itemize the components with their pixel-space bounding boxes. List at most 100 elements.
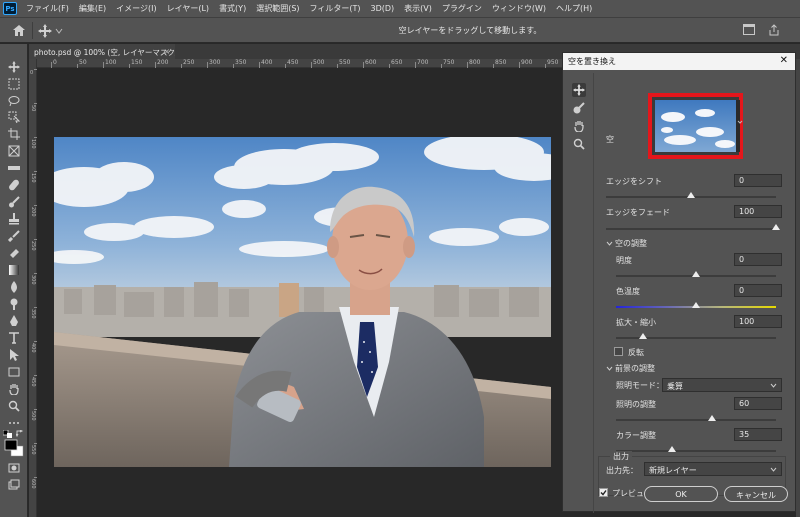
- ruler-label: 350: [30, 309, 36, 319]
- lighting-adjust-field[interactable]: 60: [734, 397, 782, 410]
- menu-3d[interactable]: 3D(D): [366, 4, 400, 13]
- object-select-tool-icon[interactable]: [7, 110, 21, 124]
- scale-slider[interactable]: [616, 333, 776, 339]
- menu-layer[interactable]: レイヤー(L): [162, 3, 214, 14]
- hand-tool-icon[interactable]: [572, 119, 586, 133]
- color-adjust-field[interactable]: 35: [734, 428, 782, 441]
- hand-tool-icon[interactable]: [7, 382, 21, 396]
- scale-field[interactable]: 100: [734, 315, 782, 328]
- menu-plugins[interactable]: プラグイン: [437, 3, 487, 14]
- slider-thumb[interactable]: [708, 415, 716, 421]
- sky-brush-tool-icon[interactable]: [572, 101, 586, 115]
- temperature-label: 色温度: [616, 287, 640, 296]
- blur-tool-icon[interactable]: [7, 280, 21, 294]
- sky-adjust-heading[interactable]: 空の調整: [615, 238, 647, 249]
- home-icon[interactable]: [12, 24, 26, 37]
- chevron-down-icon: [770, 383, 777, 388]
- lasso-tool-icon[interactable]: [7, 94, 21, 108]
- swap-colors-icon[interactable]: [16, 430, 24, 438]
- foreground-heading[interactable]: 前景の調整: [615, 363, 655, 374]
- crop-tool-icon[interactable]: [7, 127, 21, 141]
- close-tab-icon[interactable]: ×: [164, 47, 170, 56]
- slider-thumb[interactable]: [692, 302, 700, 308]
- close-icon[interactable]: ✕: [780, 55, 788, 66]
- brightness-field[interactable]: 0: [734, 253, 782, 266]
- edge-shift-slider[interactable]: [606, 192, 776, 198]
- dodge-tool-icon[interactable]: [7, 297, 21, 311]
- sky-preset-picker[interactable]: [648, 93, 743, 159]
- eraser-tool-icon[interactable]: [7, 246, 21, 260]
- move-tool-preset[interactable]: [38, 23, 64, 39]
- share-icon[interactable]: [768, 24, 782, 38]
- lighting-mode-select[interactable]: 乗算: [662, 378, 782, 392]
- edge-fade-slider[interactable]: [606, 224, 780, 230]
- ruler-label: 600: [365, 59, 377, 66]
- move-tool-icon[interactable]: [7, 60, 21, 74]
- pen-tool-icon[interactable]: [7, 314, 21, 328]
- sky-move-tool-icon[interactable]: [572, 83, 586, 97]
- menu-edit[interactable]: 編集(E): [74, 3, 111, 14]
- brush-tool-icon[interactable]: [7, 195, 21, 209]
- type-tool-icon[interactable]: [7, 331, 21, 345]
- vertical-ruler[interactable]: 0 50 100 150 200 250 300 350 400 450 500…: [29, 59, 37, 517]
- menu-image[interactable]: イメージ(I): [111, 3, 161, 14]
- document-tab-title: photo.psd @ 100% (空, レイヤーマスク/8): [34, 48, 186, 57]
- temperature-field[interactable]: 0: [734, 284, 782, 297]
- dialog-title-bar: 空を置き換え ✕: [563, 53, 795, 70]
- menu-help[interactable]: ヘルプ(H): [551, 3, 597, 14]
- menu-select[interactable]: 選択範囲(S): [251, 3, 304, 14]
- chevron-down-icon[interactable]: [606, 240, 613, 247]
- zoom-tool-icon[interactable]: [572, 137, 586, 151]
- quick-mask-icon[interactable]: [7, 461, 21, 475]
- ok-button[interactable]: OK: [644, 486, 718, 502]
- slider-thumb[interactable]: [639, 333, 648, 339]
- edge-shift-field[interactable]: 0: [734, 174, 782, 187]
- flip-checkbox[interactable]: [614, 347, 623, 356]
- document-tab[interactable]: photo.psd @ 100% (空, レイヤーマスク/8) ×: [29, 44, 185, 59]
- ruler-label: 450: [30, 377, 36, 387]
- menu-filter[interactable]: フィルター(T): [305, 3, 366, 14]
- more-tools-icon[interactable]: [7, 416, 21, 430]
- output-to-label: 出力先：: [606, 466, 638, 475]
- output-to-select[interactable]: 新規レイヤー: [644, 462, 782, 476]
- screen-mode-icon[interactable]: [7, 478, 21, 492]
- move-icon: [38, 24, 52, 38]
- default-colors-icon[interactable]: [3, 430, 13, 438]
- status-text: 空レイヤーをドラッグして移動します。: [398, 26, 542, 35]
- slider-thumb[interactable]: [772, 224, 780, 230]
- temperature-slider[interactable]: [616, 302, 776, 308]
- color-adjust-slider[interactable]: [616, 446, 776, 452]
- edge-fade-field[interactable]: 100: [734, 205, 782, 218]
- slider-thumb[interactable]: [668, 446, 676, 452]
- menu-type[interactable]: 書式(Y): [214, 3, 251, 14]
- horizontal-ruler[interactable]: 0 50 100 150 200 250 300 350 400 450 500…: [37, 59, 562, 68]
- lighting-adjust-slider[interactable]: [616, 415, 776, 421]
- preview-checkbox[interactable]: [599, 488, 608, 497]
- color-swatches[interactable]: [4, 439, 24, 457]
- lighting-mode-value: 乗算: [667, 382, 683, 391]
- menu-view[interactable]: 表示(V): [399, 3, 437, 14]
- chevron-down-icon[interactable]: [606, 365, 613, 372]
- workspace-icon[interactable]: [743, 24, 757, 38]
- marquee-tool-icon[interactable]: [7, 77, 21, 91]
- ruler-label: 350: [235, 59, 247, 66]
- frame-tool-icon[interactable]: [7, 144, 21, 158]
- stamp-tool-icon[interactable]: [7, 212, 21, 226]
- lighting-mode-label: 照明モード：: [616, 381, 664, 390]
- gradient-tool-icon[interactable]: [7, 263, 21, 277]
- history-brush-tool-icon[interactable]: [7, 229, 21, 243]
- document-image[interactable]: [54, 137, 551, 467]
- menu-window[interactable]: ウィンドウ(W): [487, 3, 551, 14]
- ruler-label: 200: [30, 207, 36, 217]
- rectangle-tool-icon[interactable]: [7, 365, 21, 379]
- slider-thumb[interactable]: [687, 192, 695, 198]
- ruler-tool-icon[interactable]: [7, 161, 21, 175]
- chevron-down-icon: [737, 120, 743, 124]
- zoom-tool-icon[interactable]: [7, 399, 21, 413]
- slider-thumb[interactable]: [692, 271, 700, 277]
- menu-file[interactable]: ファイル(F): [21, 3, 74, 14]
- path-select-tool-icon[interactable]: [7, 348, 21, 362]
- cancel-button[interactable]: キャンセル: [724, 486, 788, 502]
- spot-healing-tool-icon[interactable]: [7, 178, 21, 192]
- brightness-slider[interactable]: [616, 271, 776, 277]
